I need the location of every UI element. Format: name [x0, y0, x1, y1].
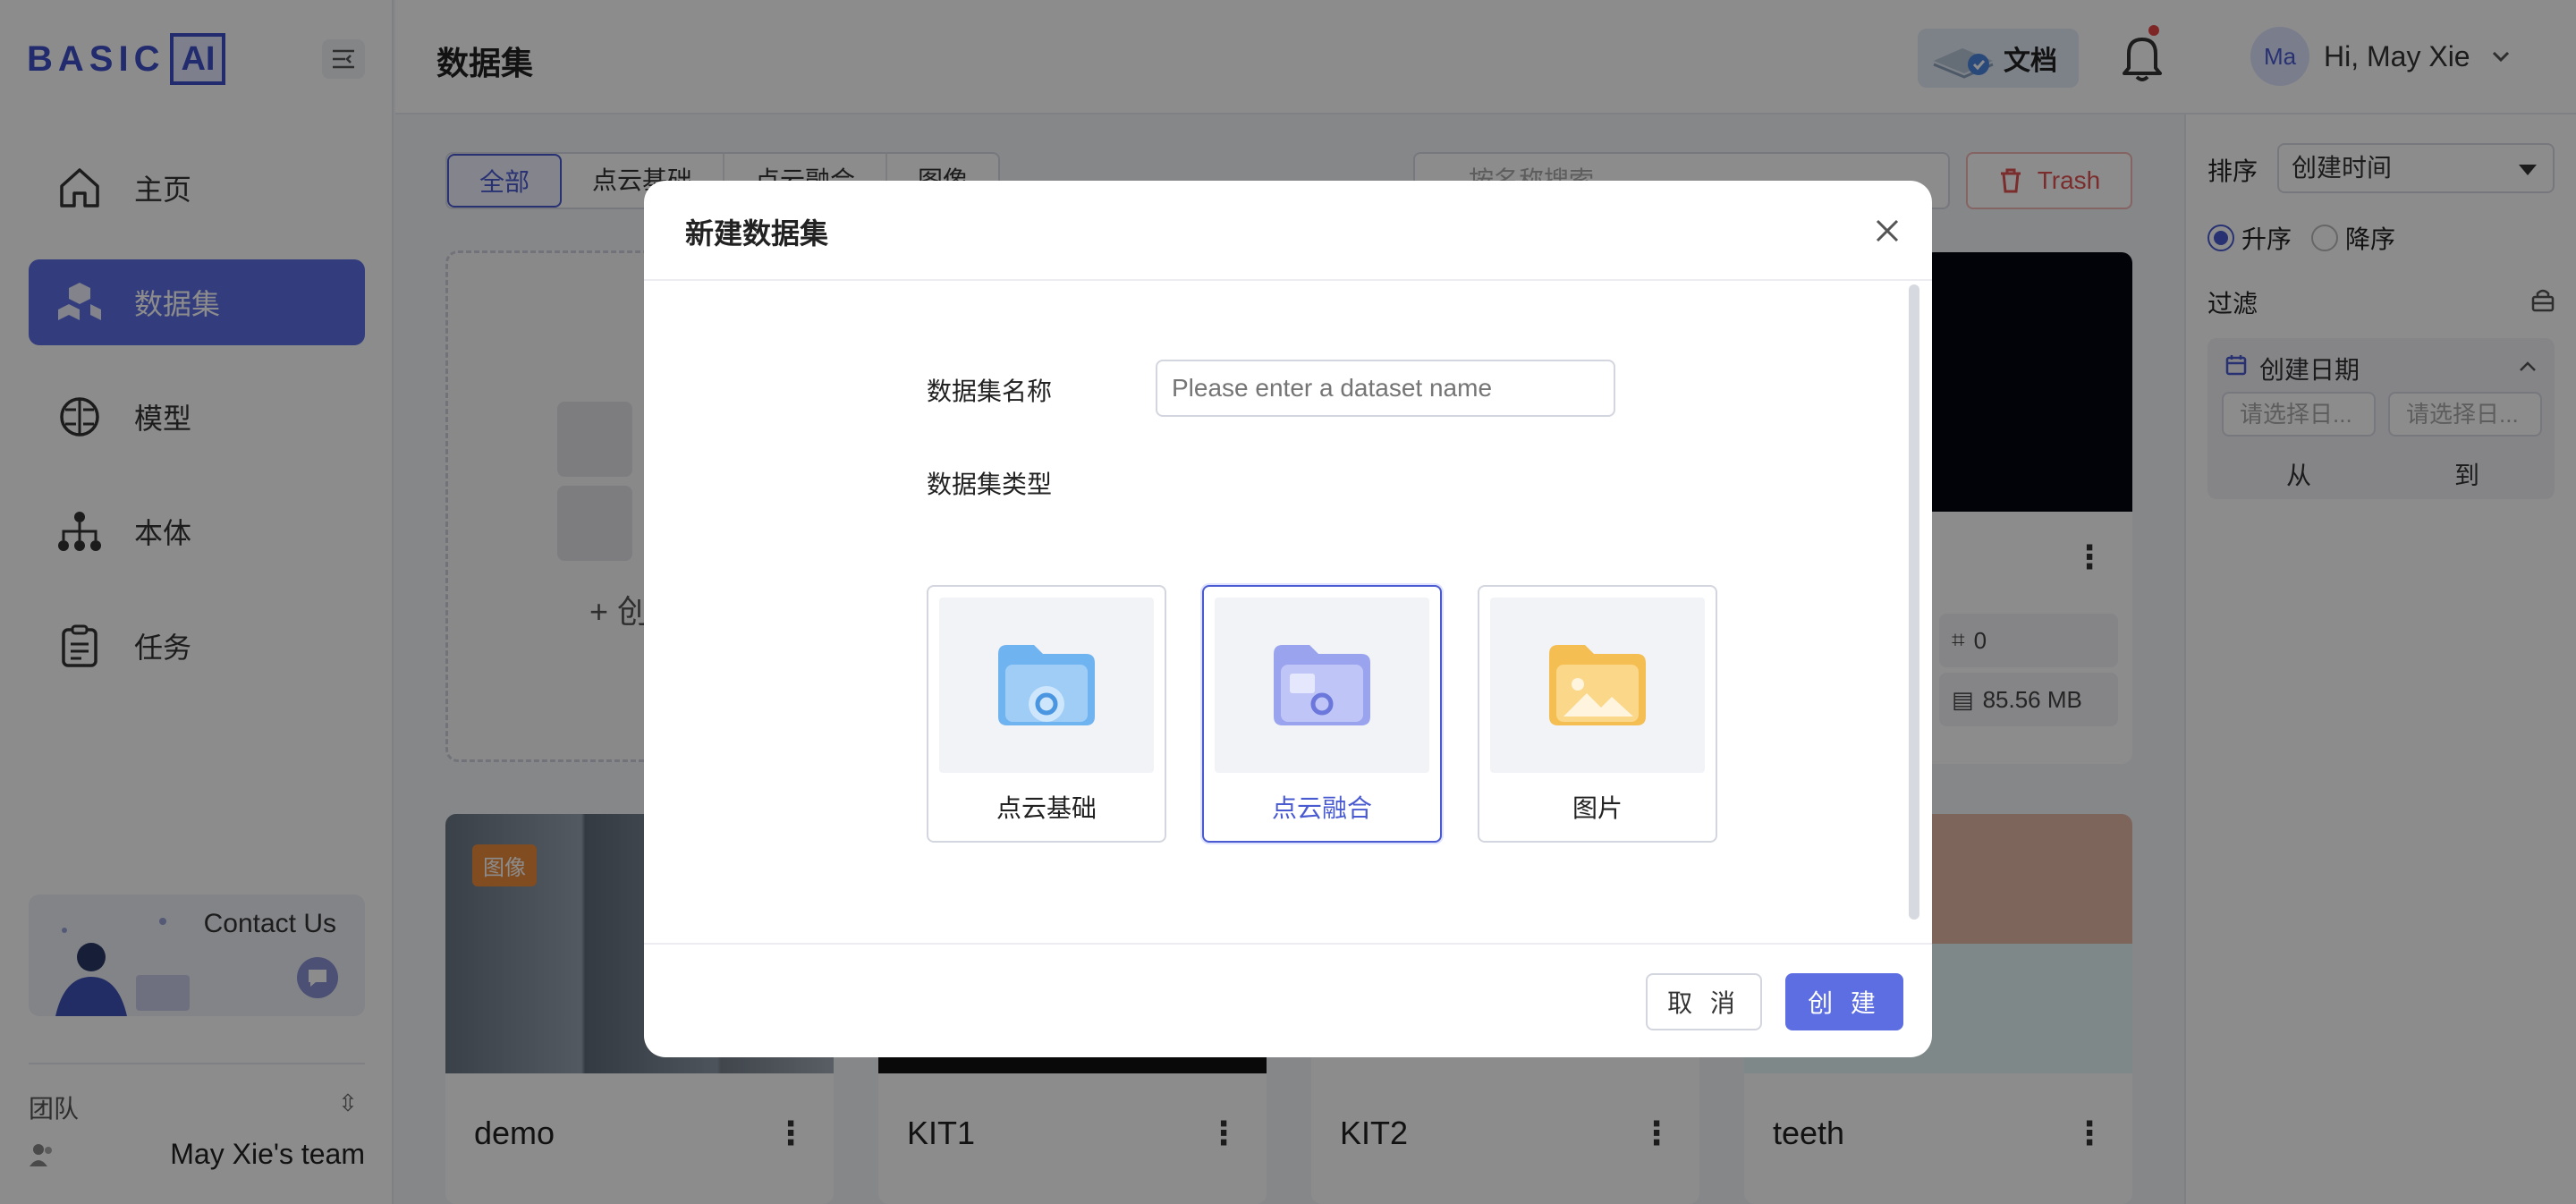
dataset-name-label: 数据集名称 — [927, 377, 1053, 405]
new-dataset-modal: 新建数据集 数据集名称 数据集类型 点云基础 点云融合 图片 取 消 创 建 — [644, 181, 1932, 1057]
cancel-button[interactable]: 取 消 — [1646, 973, 1762, 1030]
pointcloud-folder-icon — [939, 598, 1154, 773]
type-option-label: 点云融合 — [1271, 794, 1372, 822]
close-button[interactable] — [1869, 213, 1905, 249]
dataset-type-label: 数据集类型 — [927, 471, 1053, 498]
modal-title: 新建数据集 — [685, 217, 829, 250]
dataset-name-input[interactable] — [1156, 360, 1615, 417]
type-option-pointcloud-basic[interactable]: 点云基础 — [927, 585, 1166, 843]
create-button[interactable]: 创 建 — [1785, 973, 1903, 1030]
modal-footer-divider — [644, 943, 1932, 945]
image-folder-icon — [1490, 598, 1705, 773]
fusion-folder-icon — [1215, 598, 1429, 773]
close-icon — [1876, 219, 1899, 242]
type-option-image[interactable]: 图片 — [1478, 585, 1717, 843]
modal-header: 新建数据集 — [644, 181, 1932, 281]
type-option-pointcloud-fusion[interactable]: 点云融合 — [1202, 585, 1442, 843]
type-option-label: 图片 — [1572, 794, 1623, 822]
type-option-label: 点云基础 — [996, 794, 1097, 822]
modal-scrollbar[interactable] — [1909, 284, 1919, 920]
